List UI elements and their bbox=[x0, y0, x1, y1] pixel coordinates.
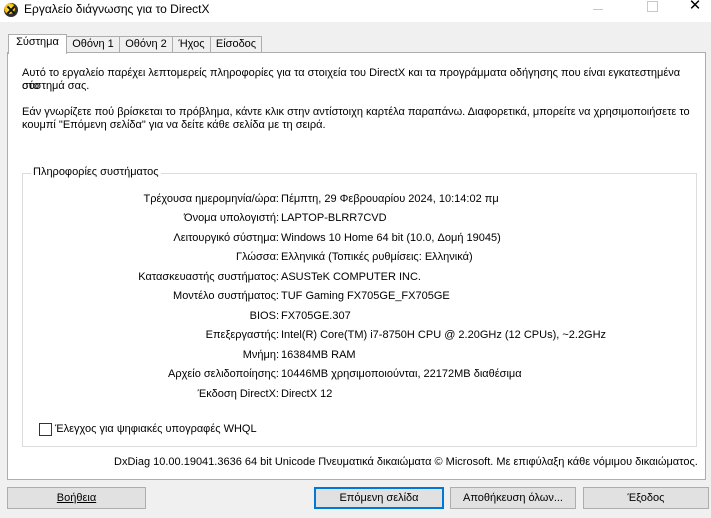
info-label: Επεξεργαστής: bbox=[205, 329, 279, 341]
window-title: Εργαλείο διάγνωσης για το DirectX bbox=[24, 2, 210, 16]
next-page-button[interactable]: Επόμενη σελίδα bbox=[314, 487, 444, 509]
info-row-directx-version: Έκδοση DirectX: DirectX 12 bbox=[23, 387, 696, 402]
info-value: Ελληνικά (Τοπικές ρυθμίσεις: Ελληνικά) bbox=[281, 251, 473, 263]
intro-line-2: σύστημά σας. bbox=[22, 80, 90, 92]
info-row-memory: Μνήμη: 16384MB RAM bbox=[23, 348, 696, 363]
info-label: Μνήμη: bbox=[242, 349, 279, 361]
whql-checkbox[interactable] bbox=[39, 423, 52, 436]
exit-button-label: Έξοδος bbox=[627, 492, 665, 504]
dxdiag-app-icon bbox=[4, 3, 18, 17]
tab-sound[interactable]: Ήχος bbox=[172, 36, 211, 53]
info-label: Λειτουργικό σύστημα: bbox=[173, 232, 279, 244]
whql-checkbox-label: Έλεγχος για ψηφιακές υπογραφές WHQL bbox=[55, 423, 257, 435]
system-info-title: Πληροφορίες συστήματος bbox=[31, 166, 161, 178]
info-value: ASUSTeK COMPUTER INC. bbox=[281, 271, 421, 283]
info-row-datetime: Τρέχουσα ημερομηνία/ώρα: Πέμπτη, 29 Φεβρ… bbox=[23, 192, 696, 207]
info-row-computer-name: Όνομα υπολογιστή: LAPTOP-BLRR7CVD bbox=[23, 211, 696, 226]
minimize-button[interactable] bbox=[575, 0, 621, 20]
info-value: DirectX 12 bbox=[281, 388, 333, 400]
tab-input[interactable]: Είσοδος bbox=[210, 36, 262, 53]
intro-line-4: κουμπί "Επόμενη σελίδα" για να δείτε κάθ… bbox=[22, 119, 326, 131]
info-row-manufacturer: Κατασκευαστής συστήματος: ASUSTeK COMPUT… bbox=[23, 270, 696, 285]
close-icon: ✕ bbox=[688, 0, 702, 14]
info-label: Αρχείο σελιδοποίησης: bbox=[168, 368, 279, 380]
info-row-processor: Επεξεργαστής: Intel(R) Core(TM) i7-8750H… bbox=[23, 328, 696, 343]
intro-line-3: Εάν γνωρίζετε πού βρίσκεται το πρόβλημα,… bbox=[22, 106, 690, 118]
save-all-button-label: Αποθήκευση όλων... bbox=[462, 492, 563, 504]
info-value: Πέμπτη, 29 Φεβρουαρίου 2024, 10:14:02 πμ bbox=[281, 193, 499, 205]
info-value: TUF Gaming FX705GE_FX705GE bbox=[281, 290, 450, 302]
info-value: Windows 10 Home 64 bit (10.0, Δομή 19045… bbox=[281, 232, 501, 244]
title-bar: Εργαλείο διάγνωσης για το DirectX ✕ bbox=[0, 0, 711, 22]
next-page-button-label: Επόμενη σελίδα bbox=[339, 492, 419, 504]
info-label: BIOS: bbox=[249, 310, 279, 322]
tab-display-2[interactable]: Οθόνη 2 bbox=[119, 36, 173, 53]
copyright-text: DxDiag 10.00.19041.3636 64 bit Unicode Π… bbox=[114, 456, 698, 468]
tab-display-1[interactable]: Οθόνη 1 bbox=[66, 36, 120, 53]
tab-system[interactable]: Σύστημα bbox=[8, 34, 67, 54]
info-row-language: Γλώσσα: Ελληνικά (Τοπικές ρυθμίσεις: Ελλ… bbox=[23, 250, 696, 265]
minimize-icon bbox=[593, 9, 603, 10]
info-label: Έκδοση DirectX: bbox=[197, 388, 279, 400]
info-label: Κατασκευαστής συστήματος: bbox=[138, 271, 279, 283]
info-row-page-file: Αρχείο σελιδοποίησης: 10446MB χρησιμοποι… bbox=[23, 367, 696, 382]
info-value: FX705GE.307 bbox=[281, 310, 351, 322]
info-value: 16384MB RAM bbox=[281, 349, 356, 361]
info-value: LAPTOP-BLRR7CVD bbox=[281, 212, 387, 224]
info-label: Τρέχουσα ημερομηνία/ώρα: bbox=[143, 193, 279, 205]
info-row-os: Λειτουργικό σύστημα: Windows 10 Home 64 … bbox=[23, 231, 696, 246]
maximize-button[interactable] bbox=[629, 0, 675, 20]
help-button[interactable]: Βοήθεια bbox=[7, 487, 146, 509]
info-row-bios: BIOS: FX705GE.307 bbox=[23, 309, 696, 324]
info-value: 10446MB χρησιμοποιούνται, 22172MB διαθέσ… bbox=[281, 368, 522, 380]
info-value: Intel(R) Core(TM) i7-8750H CPU @ 2.20GHz… bbox=[281, 329, 607, 341]
system-tab-panel: Αυτό το εργαλείο παρέχει λεπτομερείς πλη… bbox=[7, 52, 706, 480]
help-button-label: Βοήθεια bbox=[56, 492, 97, 504]
info-label: Όνομα υπολογιστή: bbox=[184, 212, 279, 224]
system-info-group: Πληροφορίες συστήματος Τρέχουσα ημερομην… bbox=[22, 166, 697, 447]
info-label: Μοντέλο συστήματος: bbox=[173, 290, 279, 302]
info-label: Γλώσσα: bbox=[236, 251, 279, 263]
info-row-model: Μοντέλο συστήματος: TUF Gaming FX705GE_F… bbox=[23, 289, 696, 304]
exit-button[interactable]: Έξοδος bbox=[583, 487, 709, 509]
close-button[interactable]: ✕ bbox=[672, 0, 711, 20]
save-all-button[interactable]: Αποθήκευση όλων... bbox=[450, 487, 576, 509]
maximize-icon bbox=[646, 1, 658, 12]
